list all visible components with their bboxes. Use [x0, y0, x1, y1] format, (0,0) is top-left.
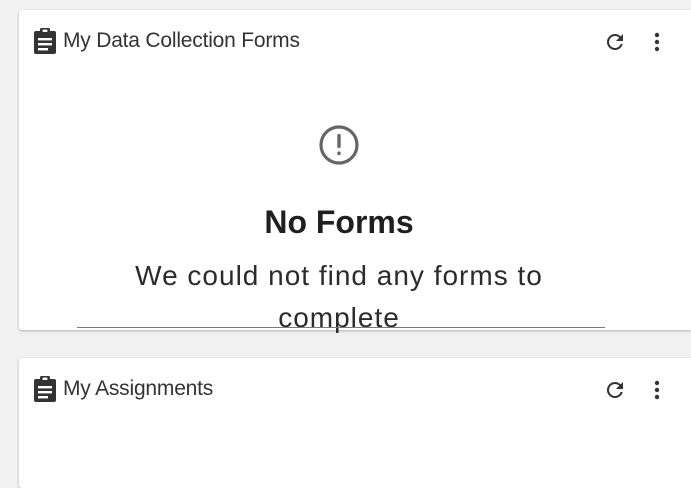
- refresh-button[interactable]: [601, 28, 629, 56]
- refresh-icon: [606, 381, 623, 398]
- alert-circle-icon: [319, 125, 359, 165]
- clipboard-icon: [34, 376, 56, 402]
- refresh-button[interactable]: [601, 376, 629, 404]
- refresh-icon: [606, 33, 623, 50]
- data-collection-forms-card: My Data Collection Forms No Forms We cou…: [19, 10, 691, 333]
- divider: [77, 327, 605, 328]
- card-title: My Data Collection Forms: [63, 29, 300, 52]
- card-title: My Assignments: [63, 377, 214, 400]
- more-vert-icon: [654, 380, 660, 400]
- empty-state-title: No Forms: [264, 204, 414, 240]
- card-header: My Assignments: [19, 358, 691, 420]
- more-options-button[interactable]: [643, 28, 671, 56]
- clipboard-icon: [34, 28, 56, 54]
- more-options-button[interactable]: [643, 376, 671, 404]
- more-vert-icon: [654, 32, 660, 52]
- assignments-card: My Assignments: [19, 358, 691, 488]
- card-header: My Data Collection Forms: [19, 10, 691, 72]
